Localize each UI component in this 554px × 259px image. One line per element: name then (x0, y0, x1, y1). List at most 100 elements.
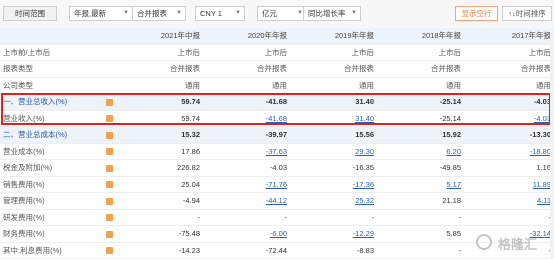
value-link[interactable]: -12.29 (353, 229, 374, 238)
value-text: -49.85 (439, 163, 461, 173)
report-type-select[interactable]: 合并报表 ▼ (132, 6, 186, 21)
value-text: - (371, 212, 375, 222)
table-cell: -16.35 (290, 159, 377, 177)
financial-table: 2021年中报 2020年年报 2019年年报 2018年年报 2017年年报 上市前/上… (0, 28, 554, 259)
currency-select[interactable]: CNY 1 ▼ (195, 6, 245, 21)
table-cell: - (290, 209, 377, 226)
fire-icon-cell[interactable] (102, 143, 116, 160)
unit-select[interactable]: 亿元 ▼ (257, 6, 307, 21)
table-cell[interactable]: 11.89 (464, 176, 554, 193)
fire-icon-cell[interactable] (102, 192, 116, 210)
column-header[interactable]: 2021年中报 (116, 28, 203, 45)
growth-select[interactable]: 同比增长率 ▼ (303, 6, 361, 21)
watermark: 格隆汇 (476, 232, 552, 254)
fire-icon[interactable] (105, 230, 113, 238)
value-link[interactable]: -71.76 (266, 180, 287, 189)
table-cell[interactable]: -37.63 (203, 143, 290, 160)
fire-icon[interactable] (105, 197, 113, 205)
value-link[interactable]: -44.12 (266, 196, 287, 205)
table-cell[interactable]: 29.30 (290, 143, 377, 160)
table-row: 财务费用(%) -75.48 -6.00 -12.29 5.85 -32.14 (0, 225, 554, 243)
row-label: 管理费用(%) (0, 192, 102, 210)
column-header[interactable]: 2019年年报 (290, 28, 377, 45)
gelonghui-logo-icon (476, 234, 492, 250)
value-link[interactable]: -6.00 (270, 229, 287, 238)
value-text: -39.97 (265, 130, 287, 140)
value-text: 226.82 (177, 163, 200, 173)
fire-icon[interactable] (105, 247, 113, 255)
time-sort-button[interactable]: ↑↓时间排序 (502, 6, 552, 21)
icon-col (102, 44, 116, 61)
table-cell: 通用 (290, 77, 377, 94)
value-link[interactable]: 25.32 (355, 196, 374, 205)
report-type-value: 合并报表 (137, 9, 167, 18)
fire-icon[interactable] (105, 131, 113, 139)
table-cell[interactable]: -17.36 (290, 176, 377, 193)
period-select[interactable]: 年报,最新 ▼ (69, 6, 133, 21)
row-label: 研发费用(%) (0, 209, 102, 226)
value-link[interactable]: 29.30 (355, 147, 374, 156)
value-link[interactable]: 6.20 (446, 147, 461, 156)
fire-icon-cell[interactable] (102, 225, 116, 243)
fire-icon-cell[interactable] (102, 242, 116, 259)
table-cell: - (377, 209, 464, 226)
table-cell: 通用 (464, 77, 554, 94)
fire-icon[interactable] (105, 181, 113, 189)
table-cell[interactable]: -18.80 (464, 143, 554, 160)
fire-icon-cell[interactable] (102, 159, 116, 177)
table-cell: 226.82 (116, 159, 203, 177)
value-text: 15.56 (355, 130, 374, 140)
table-cell: 上市后 (116, 44, 203, 61)
value-link[interactable]: 11.89 (533, 180, 551, 189)
table-cell: 15.92 (377, 126, 464, 144)
table-cell: 17.86 (116, 143, 203, 160)
table-cell: 通用 (116, 77, 203, 94)
column-header[interactable]: 2017年年报 (464, 28, 554, 45)
column-header[interactable]: 2020年年报 (203, 28, 290, 45)
value-link[interactable]: -18.80 (530, 147, 551, 156)
table-cell: 上市后 (377, 44, 464, 61)
value-link[interactable]: 4.11 (537, 196, 551, 205)
table-cell[interactable]: -71.76 (203, 176, 290, 193)
show-empty-rows-button[interactable]: 显示空行 (455, 6, 498, 21)
value-link[interactable]: -37.63 (266, 147, 287, 156)
fire-icon[interactable] (105, 148, 113, 156)
table-cell: -49.85 (377, 159, 464, 177)
table-cell[interactable]: 6.20 (377, 143, 464, 160)
value-link[interactable]: -17.36 (353, 180, 374, 189)
fire-icon-cell[interactable] (102, 126, 116, 144)
table-row: 营业成本(%) 17.86 -37.63 29.30 6.20 -18.80 (0, 143, 554, 160)
fire-icon-cell[interactable] (102, 209, 116, 226)
table-cell[interactable]: -12.29 (290, 225, 377, 243)
table-row: 研发费用(%)----- (0, 209, 554, 226)
column-header[interactable]: 2018年年报 (377, 28, 464, 45)
table-cell: 合并报表 (377, 60, 464, 78)
table-cell: 上市后 (290, 44, 377, 61)
fire-icon[interactable] (105, 164, 113, 172)
meta-row: 上市前/上市后 上市后 上市后 上市后 上市后 上市后 (0, 44, 554, 61)
toolbar: 时间范围 年报,最新 ▼ 合并报表 ▼ CNY 1 ▼ 亿元 ▼ 同比增长率 ▼ 显示空行… (0, 0, 554, 29)
table-row: 销售费用(%) 25.04 -71.76 -17.36 5.17 11.89 (0, 176, 554, 193)
table-cell[interactable]: 25.32 (290, 192, 377, 210)
table-cell[interactable]: 4.11 (464, 192, 554, 210)
table-cell: 通用 (377, 77, 464, 94)
value-link[interactable]: 5.17 (446, 180, 461, 189)
table-cell[interactable]: 5.17 (377, 176, 464, 193)
value-text: -16.35 (352, 163, 374, 173)
table-cell: 通用 (203, 77, 290, 94)
value-text: 17.86 (181, 146, 200, 156)
row-label: 销售费用(%) (0, 176, 102, 193)
table-cell: - (377, 242, 464, 259)
table-cell: 15.32 (116, 126, 203, 144)
fire-icon-cell[interactable] (102, 176, 116, 193)
table-cell: 21.18 (377, 192, 464, 210)
table-cell: -4.94 (116, 192, 203, 210)
table-cell: -8.83 (290, 242, 377, 259)
scrollbar[interactable] (550, 28, 554, 258)
fire-icon[interactable] (105, 214, 113, 222)
table-cell: - (464, 209, 554, 226)
table-header-row: 2021年中报 2020年年报 2019年年报 2018年年报 2017年年报 (0, 28, 554, 45)
table-cell[interactable]: -44.12 (203, 192, 290, 210)
table-cell[interactable]: -6.00 (203, 225, 290, 243)
currency-value: CNY 1 (200, 9, 222, 18)
